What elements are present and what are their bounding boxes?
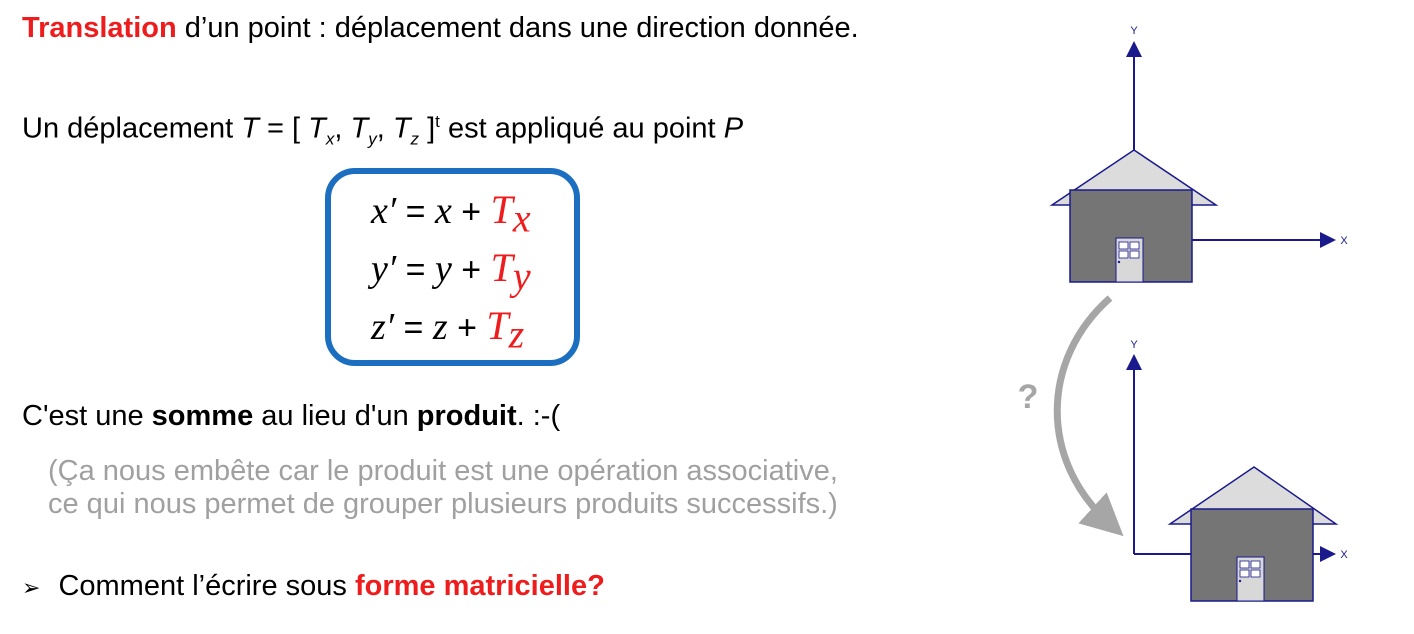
door-knob (1117, 260, 1121, 264)
somme-text: au lieu d'un (253, 400, 417, 432)
component-T: T (350, 112, 369, 145)
somme-line: C'est une somme au lieu d'un produit. :-… (22, 400, 560, 433)
equation-y: y′ = y + Ty (371, 244, 531, 300)
equation-x: x′ = x + Tx (371, 186, 531, 242)
eq-plus: + (451, 193, 491, 231)
top-scene: Y X (1049, 25, 1348, 283)
curved-arrow-icon (1053, 295, 1124, 537)
eq-equals: = (396, 251, 435, 289)
window-pane (1250, 560, 1261, 569)
equation-box: x′ = x + Tx y′ = y + Ty z′ = z + Tz (325, 168, 580, 366)
eq-sub: z (508, 311, 525, 357)
title-text: d’un point : déplacement dans une direct… (176, 12, 859, 44)
window-pane (1239, 569, 1250, 578)
eq-T: T (486, 303, 509, 348)
question-mark: ? (1018, 378, 1039, 416)
produit-bold: produit (416, 400, 517, 432)
somme-text: C'est une (22, 400, 152, 432)
vector-T: T (241, 112, 259, 145)
component-T: T (308, 112, 326, 145)
eq-T: T (490, 187, 513, 232)
bracket-open: = [ (258, 112, 309, 145)
question-text: Comment l’écrire sous (58, 570, 355, 602)
y-axis-label-top: Y (1130, 25, 1138, 37)
door-knob (1238, 579, 1242, 583)
window-pane (1118, 250, 1129, 259)
y-axis-label-bottom: Y (1130, 339, 1138, 351)
eq-plus: + (447, 309, 487, 347)
equation-z: z′ = z + Tz (371, 302, 524, 358)
window-pane (1250, 569, 1261, 578)
eq-lhs: x′ (371, 190, 397, 232)
question-line: ➢ Comment l’écrire sous forme matricielle… (22, 570, 605, 603)
eq-var: x (434, 190, 452, 232)
deplacement-line: Un déplacement T = [ Tx, Ty, Tz ]t est a… (22, 112, 743, 149)
eq-equals: = (394, 309, 433, 347)
window-pane (1118, 241, 1129, 250)
separator: , (334, 112, 351, 145)
somme-text: . :-( (516, 400, 561, 432)
question-highlight: forme matricielle? (354, 570, 605, 602)
title-line: Translation d’un point : déplacement dan… (22, 12, 859, 45)
eq-lhs: z′ (371, 306, 395, 348)
x-axis-label-top: X (1340, 235, 1348, 247)
eq-lhs: y′ (371, 248, 397, 290)
window-pane (1239, 560, 1250, 569)
component-T: T (392, 112, 411, 145)
eq-T: T (490, 245, 513, 290)
translation-diagram: Y X ? Y X (1018, 25, 1348, 602)
eq-plus: + (451, 251, 491, 289)
eq-var: y (434, 248, 452, 290)
eq-equals: = (396, 193, 435, 231)
deplacement-prefix: Un déplacement (22, 112, 242, 145)
x-axis-label-bottom: X (1340, 549, 1348, 561)
separator: , (376, 112, 393, 145)
eq-var: z (432, 306, 448, 348)
somme-bold: somme (151, 400, 254, 432)
window-pane (1129, 241, 1140, 250)
window-pane (1129, 250, 1140, 259)
bottom-scene: Y X (1126, 339, 1348, 602)
subscript-y: y (368, 129, 377, 149)
note-line-2: ce qui nous permet de grouper plusieurs … (48, 488, 838, 520)
deplacement-suffix: est appliqué au point (439, 112, 724, 145)
point-P: P (723, 112, 744, 145)
note-line-1: (Ça nous embête car le produit est une o… (48, 455, 838, 487)
title-keyword: Translation (22, 12, 177, 44)
arrow-bullet-icon: ➢ (22, 576, 41, 601)
bracket-close: ] (419, 112, 436, 145)
eq-sub: y (512, 253, 531, 299)
eq-sub: x (512, 195, 531, 241)
subscript-z: z (410, 129, 420, 149)
